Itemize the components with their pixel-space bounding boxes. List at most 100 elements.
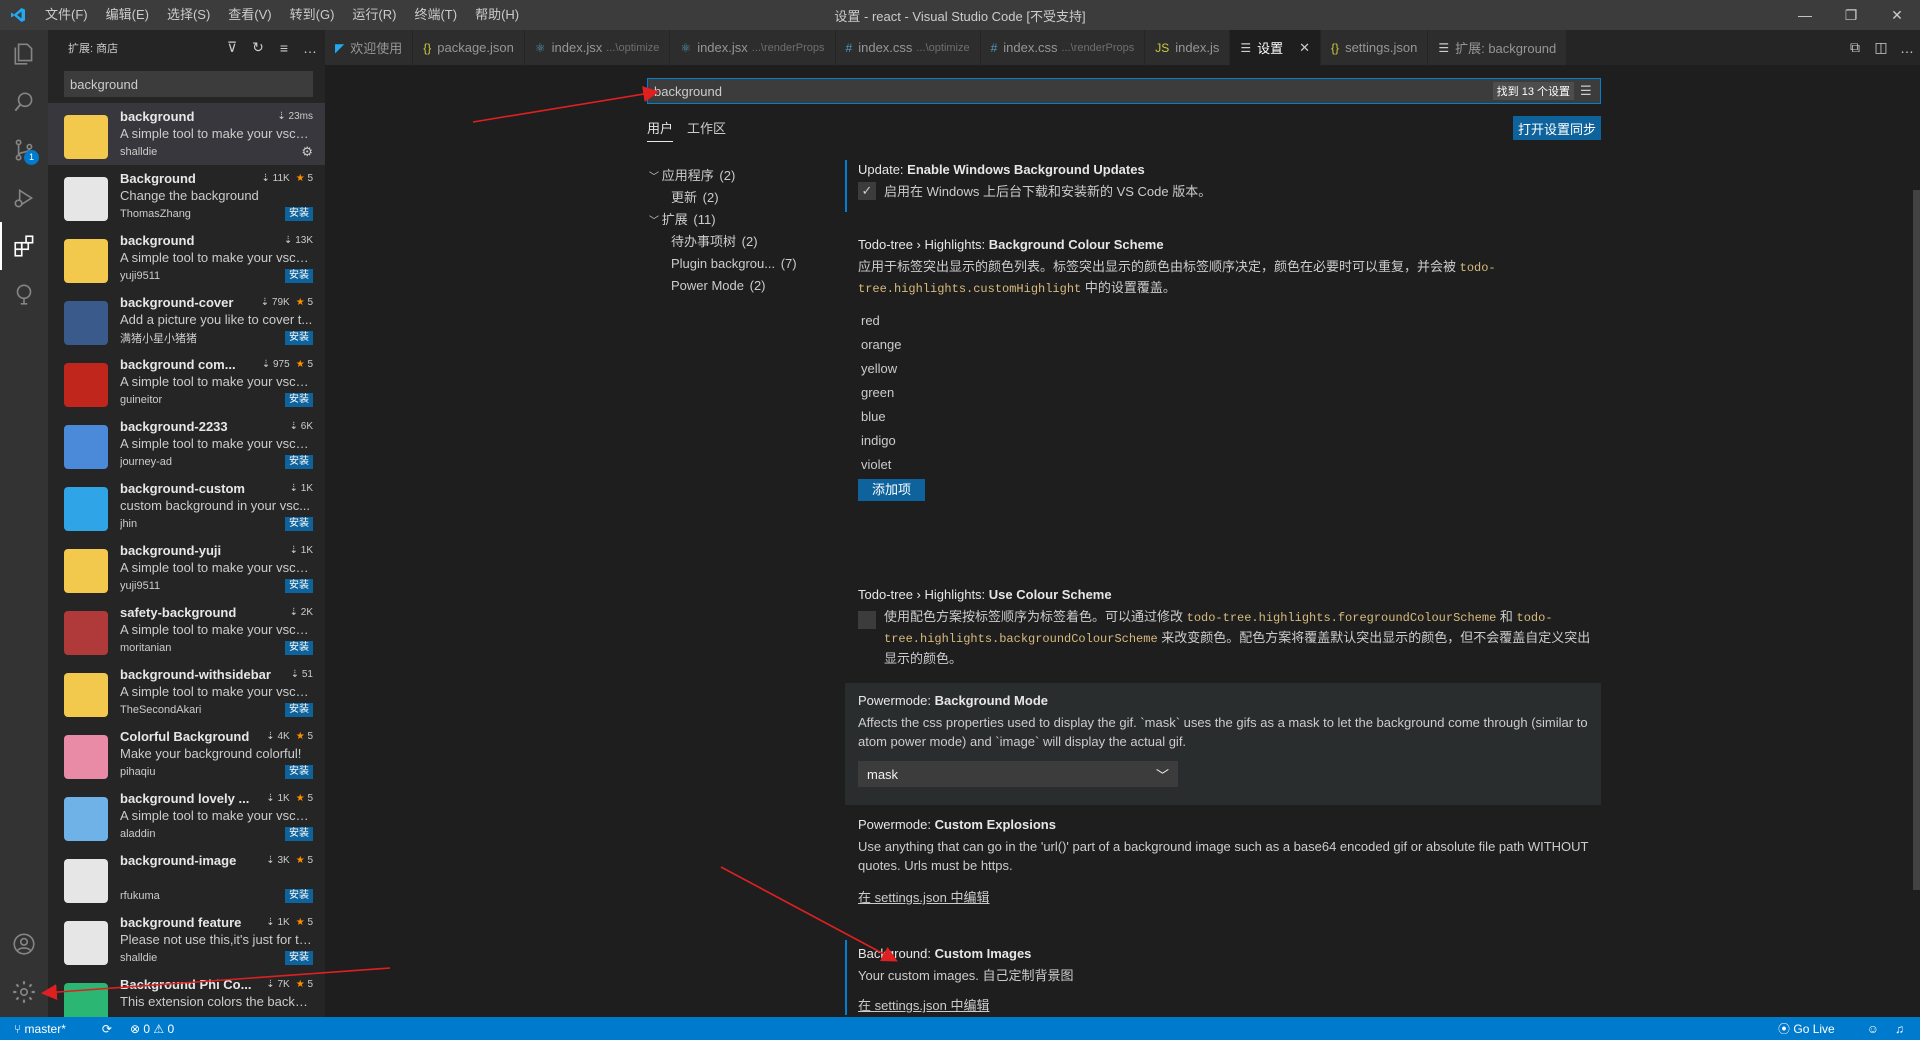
install-button[interactable]: 安装: [285, 827, 313, 841]
extension-item[interactable]: background-withsidebar ⇣ 51 A simple tool …: [48, 661, 325, 723]
edit-in-settings-json-link[interactable]: 在 settings.json 中编辑: [858, 887, 990, 906]
menu-item[interactable]: 转到(G): [281, 0, 344, 30]
list-item[interactable]: orange: [858, 333, 1601, 357]
run-debug-icon[interactable]: [0, 174, 48, 222]
feedback-icon[interactable]: ☺: [1867, 1022, 1879, 1036]
menu-item[interactable]: 查看(V): [219, 0, 280, 30]
menu-item[interactable]: 文件(F): [36, 0, 97, 30]
tab-package-json[interactable]: {} package.json: [413, 30, 525, 65]
settings-sync-button[interactable]: 打开设置同步: [1513, 116, 1601, 140]
install-button[interactable]: 安装: [285, 517, 313, 531]
filter-icon[interactable]: ⊽: [221, 39, 243, 56]
extension-item[interactable]: background-custom ⇣ 1K custom background i…: [48, 475, 325, 537]
minimize-icon[interactable]: —: [1782, 0, 1828, 30]
more-actions-icon[interactable]: …: [1894, 40, 1920, 56]
split-editor-icon[interactable]: ◫: [1868, 39, 1894, 56]
list-item[interactable]: blue: [858, 405, 1601, 429]
install-button[interactable]: 安装: [285, 889, 313, 903]
toc-item[interactable]: ﹀ 扩展 (11): [647, 209, 822, 231]
tab-index-js[interactable]: JS index.js: [1145, 30, 1231, 65]
menu-item[interactable]: 选择(S): [158, 0, 219, 30]
restore-icon[interactable]: ❐: [1828, 0, 1874, 30]
extension-search-input[interactable]: [70, 76, 307, 92]
checkbox-checked[interactable]: ✓: [858, 182, 876, 200]
remote-explorer-icon[interactable]: [0, 270, 48, 318]
install-button[interactable]: 安装: [285, 641, 313, 655]
menu-item[interactable]: 运行(R): [343, 0, 405, 30]
tab-settings-json[interactable]: {} settings.json: [1321, 30, 1429, 65]
settings-search-input[interactable]: [648, 83, 1493, 99]
toc-item[interactable]: ﹀ 应用程序 (2): [647, 165, 822, 187]
toc-item[interactable]: 更新 (2): [647, 187, 822, 209]
extension-item[interactable]: background feature ⇣ 1K ★ 5 Please not use …: [48, 909, 325, 971]
tab-index-jsx[interactable]: ⚛ index.jsx ...\optimize: [524, 30, 671, 65]
extension-item[interactable]: Background ⇣ 11K ★ 5 Change the background T…: [48, 165, 325, 227]
extension-search-box[interactable]: [64, 71, 313, 97]
background-mode-select[interactable]: mask ﹀: [858, 761, 1178, 787]
list-item[interactable]: violet: [858, 453, 1601, 477]
open-settings-json-icon[interactable]: ⧉: [1842, 39, 1868, 56]
checkbox-unchecked[interactable]: [858, 611, 876, 629]
notifications-bell-icon[interactable]: ♫: [1895, 1022, 1904, 1036]
extension-item[interactable]: Colorful Background ⇣ 4K ★ 5 Make your back…: [48, 723, 325, 785]
install-button[interactable]: 安装: [285, 951, 313, 965]
list-item[interactable]: red: [858, 309, 1601, 333]
add-item-button[interactable]: 添加项: [858, 479, 926, 501]
menu-item[interactable]: 帮助(H): [466, 0, 528, 30]
manage-gear-icon[interactable]: ⚙: [301, 144, 313, 160]
problems-indicator[interactable]: ⊗ 0 ⚠ 0: [130, 1022, 174, 1036]
scrollbar[interactable]: [1913, 190, 1920, 890]
install-button[interactable]: 安装: [285, 207, 313, 221]
clear-list-icon[interactable]: ≡: [273, 40, 295, 56]
tab-index-css[interactable]: # index.css ...\optimize: [835, 30, 981, 65]
explorer-icon[interactable]: [0, 30, 48, 78]
extension-item[interactable]: background ⇣ 13K A simple tool to make you…: [48, 227, 325, 289]
more-actions-icon[interactable]: …: [299, 40, 321, 56]
extension-item[interactable]: Background Phi Co... ⇣ 7K ★ 5 This extensio…: [48, 971, 325, 1017]
extension-item[interactable]: background lovely ... ⇣ 1K ★ 5 A simple too…: [48, 785, 325, 847]
source-control-icon[interactable]: 1: [0, 126, 48, 174]
install-button[interactable]: 安装: [285, 765, 313, 779]
extension-item[interactable]: background com... ⇣ 975 ★ 5 A simple tool t…: [48, 351, 325, 413]
extension-item[interactable]: background-2233 ⇣ 6K A simple tool to make…: [48, 413, 325, 475]
filter-list-icon[interactable]: ☰: [1580, 83, 1600, 99]
install-button[interactable]: 安装: [285, 455, 313, 469]
settings-search-box[interactable]: 找到 13 个设置 ☰: [647, 78, 1601, 104]
refresh-icon[interactable]: ↻: [247, 39, 269, 56]
tab-index-css[interactable]: # index.css ...\renderProps: [980, 30, 1146, 65]
sync-icon[interactable]: ⟳: [102, 1022, 112, 1036]
manage-gear-icon[interactable]: [0, 968, 48, 1016]
install-button[interactable]: 安装: [285, 393, 313, 407]
extension-item[interactable]: background-image ⇣ 3K ★ 5 rfukuma 安装: [48, 847, 325, 909]
tab-workspace[interactable]: 工作区: [687, 118, 726, 142]
install-button[interactable]: 安装: [285, 269, 313, 283]
edit-in-settings-json-link[interactable]: 在 settings.json 中编辑: [858, 995, 990, 1014]
go-live-button[interactable]: ⦿ Go Live: [1778, 1020, 1851, 1037]
tab-index-jsx[interactable]: ⚛ index.jsx ...\renderProps: [670, 30, 836, 65]
install-button[interactable]: 安装: [285, 331, 313, 345]
install-button[interactable]: 安装: [285, 579, 313, 593]
close-window-icon[interactable]: ✕: [1874, 0, 1920, 30]
extension-item[interactable]: background-cover ⇣ 79K ★ 5 Add a picture yo…: [48, 289, 325, 351]
branch-indicator[interactable]: ⑂ master*: [14, 1022, 84, 1036]
extension-item[interactable]: safety-background ⇣ 2K A simple tool to ma…: [48, 599, 325, 661]
menu-item[interactable]: 编辑(E): [97, 0, 158, 30]
list-item[interactable]: indigo: [858, 429, 1601, 453]
toc-item[interactable]: Plugin backgrou... (7): [647, 253, 822, 275]
list-item[interactable]: yellow: [858, 357, 1601, 381]
extensions-icon[interactable]: [0, 222, 48, 270]
toc-item[interactable]: 待办事项树 (2): [647, 231, 822, 253]
tab-settings[interactable]: ☰ 设置 ✕: [1230, 30, 1322, 65]
tab-[interactable]: ◤ 欢迎使用: [325, 30, 414, 65]
account-icon[interactable]: [0, 920, 48, 968]
tab-user[interactable]: 用户: [647, 118, 674, 142]
tab-background[interactable]: ☰ 扩展: background: [1428, 30, 1568, 65]
close-icon[interactable]: ✕: [1299, 40, 1310, 56]
extension-item[interactable]: background ⇣ 23ms A simple tool to make yo…: [48, 103, 325, 165]
list-item[interactable]: green: [858, 381, 1601, 405]
extension-item[interactable]: background-yuji ⇣ 1K A simple tool to make…: [48, 537, 325, 599]
toc-item[interactable]: Power Mode (2): [647, 275, 822, 297]
menu-item[interactable]: 终端(T): [405, 0, 466, 30]
search-icon[interactable]: [0, 78, 48, 126]
install-button[interactable]: 安装: [285, 703, 313, 717]
